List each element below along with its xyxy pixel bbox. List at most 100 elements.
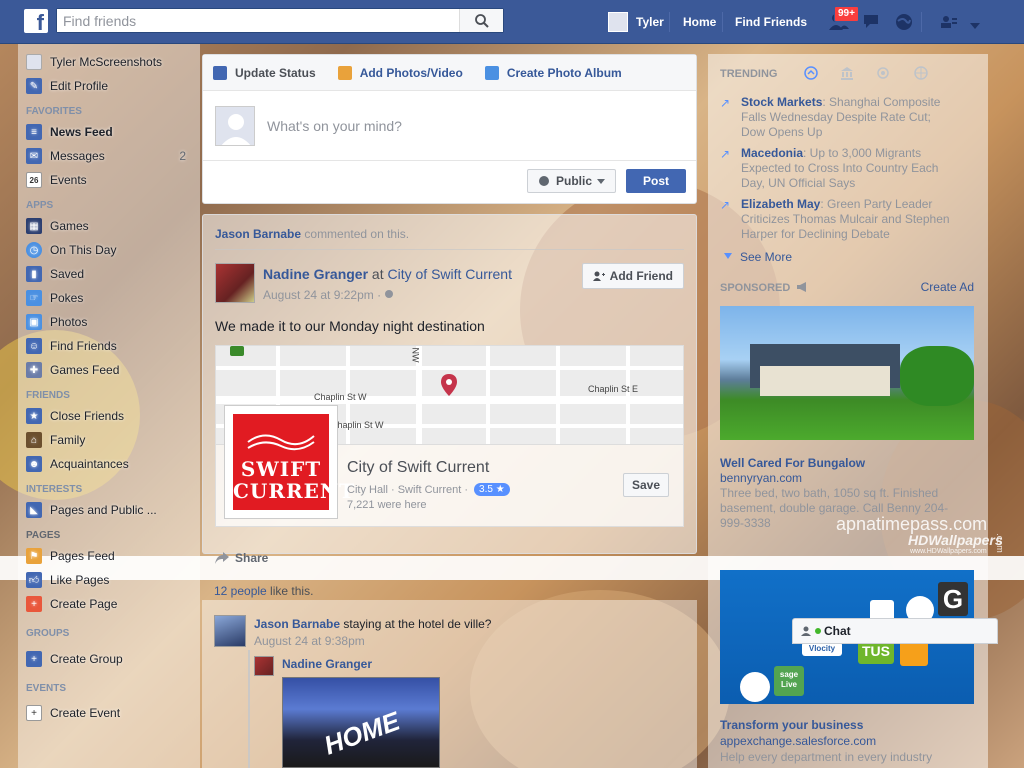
trending-item[interactable]: ↗ Macedonia: Up to 3,000 Migrants Expect…: [720, 146, 956, 191]
sidebar-item-news-feed[interactable]: ≡ News Feed: [18, 120, 200, 144]
sidebar-item-events[interactable]: 26 Events: [18, 168, 200, 192]
trending-top-icon[interactable]: [804, 66, 818, 80]
composer-footer: Public Post: [203, 161, 696, 201]
acquaintances-icon: ☻: [26, 456, 42, 472]
sidebar-item-close-friends[interactable]: ★ Close Friends: [18, 404, 200, 428]
feed-story: Jason Barnabe commented on this. Nadine …: [202, 214, 697, 565]
save-button[interactable]: Save: [623, 473, 669, 497]
place-name[interactable]: City of Swift Current: [347, 459, 489, 477]
account-menu-chevron-down-icon[interactable]: [970, 18, 980, 32]
privacy-selector[interactable]: Public: [526, 169, 616, 193]
place-card[interactable]: SWIFT CURRENT City of Swift Current City…: [215, 405, 684, 527]
rss-feed-icon: ◣: [26, 502, 42, 518]
place-link[interactable]: City of Swift Current: [388, 266, 512, 282]
sidebar-item-label: Pages Feed: [50, 549, 115, 563]
ad-url[interactable]: appexchange.salesforce.com: [720, 734, 876, 748]
place-visits: 7,221 were here: [347, 499, 427, 511]
author-name-link[interactable]: Nadine Granger: [263, 266, 368, 282]
apps-heading: Apps: [26, 200, 54, 211]
sidebar-item-games[interactable]: ▦ Games: [18, 214, 200, 238]
profile-link[interactable]: Tyler: [608, 0, 664, 44]
ad-title[interactable]: Transform your business: [720, 718, 863, 732]
reply-author-name-link[interactable]: Nadine Granger: [282, 657, 372, 671]
search-input[interactable]: [57, 9, 457, 32]
post-button[interactable]: Post: [626, 169, 686, 193]
groups-heading: Groups: [26, 628, 70, 639]
sidebar-item-pokes[interactable]: ☞ Pokes: [18, 286, 200, 310]
status-input[interactable]: [267, 117, 647, 134]
at-text: at: [371, 266, 384, 282]
sidebar-item-acquaintances[interactable]: ☻ Acquaintances: [18, 452, 200, 476]
trending-sports-icon[interactable]: [914, 66, 928, 80]
composer-avatar: [215, 105, 255, 146]
home-link[interactable]: Home: [683, 0, 716, 44]
reply-photo[interactable]: HOME: [282, 677, 440, 768]
sidebar-item-saved[interactable]: ▮ Saved: [18, 262, 200, 286]
notifications-globe-icon[interactable]: [894, 12, 914, 35]
chevron-down-icon: [597, 178, 605, 184]
ad-title[interactable]: Well Cared For Bungalow: [720, 456, 865, 470]
sidebar-item-create-page[interactable]: + Create Page: [18, 592, 200, 616]
sidebar-item-photos[interactable]: ▣ Photos: [18, 310, 200, 334]
post-timestamp[interactable]: August 24 at 9:22pm ·: [263, 288, 394, 302]
sidebar-item-pages-and-public[interactable]: ◣ Pages and Public ...: [18, 498, 200, 522]
sidebar-item-family[interactable]: ⌂ Family: [18, 428, 200, 452]
add-friend-label: Add Friend: [609, 269, 673, 283]
facebook-logo[interactable]: f: [24, 9, 48, 33]
commenter-name-link[interactable]: Jason Barnabe: [254, 617, 340, 631]
ad-url[interactable]: bennyryan.com: [720, 471, 802, 485]
reply-author-avatar[interactable]: [254, 656, 274, 676]
see-more-link[interactable]: See More: [740, 250, 792, 264]
messages-icon[interactable]: [862, 13, 882, 34]
profile-name: Tyler: [636, 15, 664, 29]
create-page-plus-icon: +: [26, 596, 42, 612]
trending-politics-icon[interactable]: [840, 66, 854, 80]
trending-science-icon[interactable]: [876, 66, 890, 80]
author-avatar[interactable]: [215, 263, 255, 303]
timestamp-text: August 24 at 9:22pm ·: [263, 288, 385, 302]
sidebar-item-on-this-day[interactable]: ◷ On This Day: [18, 238, 200, 262]
add-friend-button[interactable]: Add Friend: [581, 263, 684, 289]
family-icon: ⌂: [26, 432, 42, 448]
find-friends-link[interactable]: Find Friends: [735, 0, 807, 44]
likes-people-link[interactable]: 12 people: [214, 584, 267, 598]
chat-tab[interactable]: Chat: [792, 618, 998, 644]
chevron-down-icon: [724, 253, 732, 259]
sidebar-item-games-feed[interactable]: ✚ Games Feed: [18, 358, 200, 382]
search-button[interactable]: [459, 9, 503, 32]
ad-description: Help every department in every industry: [720, 750, 933, 764]
trending-item[interactable]: ↗ Stock Markets: Shanghai Composite Fall…: [720, 95, 956, 140]
sidebar-item-label: News Feed: [50, 125, 113, 139]
tab-add-photos[interactable]: Add Photos/Video: [337, 65, 463, 80]
tab-update-status[interactable]: Update Status: [213, 65, 316, 80]
place-logo[interactable]: SWIFT CURRENT: [224, 405, 354, 519]
trending-item[interactable]: ↗ Elizabeth May: Green Party Leader Crit…: [720, 197, 956, 242]
trend-topic: Stock Markets: [741, 95, 823, 109]
share-action[interactable]: Share: [215, 551, 268, 565]
sidebar-item-profile[interactable]: Tyler McScreenshots: [18, 50, 200, 74]
news-feed-icon: ≡: [26, 124, 42, 140]
sidebar-item-messages[interactable]: ✉ Messages 2: [18, 144, 200, 168]
sidebar-item-label: Like Pages: [50, 573, 110, 587]
commenter-avatar[interactable]: [214, 615, 246, 647]
comment-text: staying at the hotel de ville?: [340, 617, 492, 631]
sidebar-item-find-friends[interactable]: ☺ Find Friends: [18, 334, 200, 358]
trending-arrow-icon: ↗: [720, 198, 731, 212]
sidebar-item-like-pages[interactable]: 👍︎ Like Pages: [18, 568, 200, 592]
context-actor-link[interactable]: Jason Barnabe: [215, 227, 301, 241]
create-ad-link[interactable]: Create Ad: [921, 280, 974, 294]
privacy-shortcuts-icon[interactable]: [940, 14, 958, 33]
tab-create-album[interactable]: Create Photo Album: [484, 65, 622, 80]
ad-image-bungalow[interactable]: [720, 306, 974, 440]
sidebar-item-create-group[interactable]: + Create Group: [18, 647, 200, 671]
map-street-label: NW: [410, 347, 421, 363]
sidebar-item-pages-feed[interactable]: ⚑ Pages Feed: [18, 544, 200, 568]
user-avatar-icon: [26, 54, 42, 70]
divider: [215, 249, 684, 250]
sidebar-item-edit-profile[interactable]: ✎ Edit Profile: [18, 74, 200, 98]
comment-timestamp[interactable]: August 24 at 9:38pm: [254, 634, 365, 648]
camera-icon: [337, 65, 352, 80]
sidebar-item-create-event[interactable]: + Create Event: [18, 701, 200, 725]
star-friends-icon: ★: [26, 408, 42, 424]
composer-tabs: Update Status Add Photos/Video Create Ph…: [203, 55, 696, 91]
